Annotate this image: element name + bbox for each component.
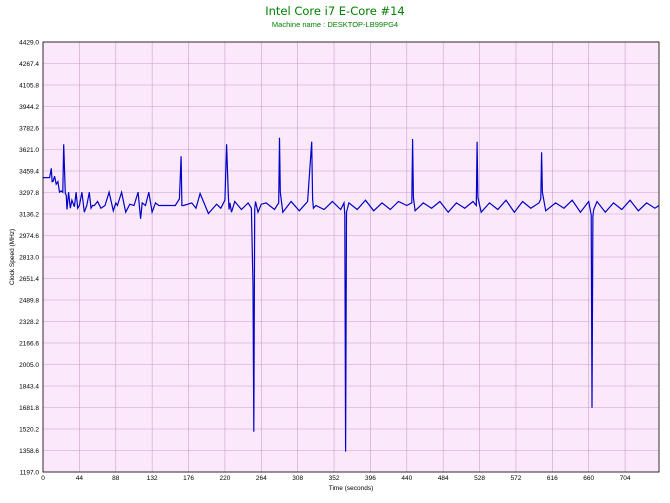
y-tick-label: 3136.2 [19, 212, 39, 219]
x-tick-label: 704 [620, 475, 631, 482]
y-tick-label: 3621.0 [19, 147, 39, 154]
chart-subtitle: Machine name : DESKTOP-LB99PG4 [272, 20, 398, 29]
y-tick-label: 2651.4 [19, 276, 39, 283]
y-tick-label: 3459.4 [19, 169, 39, 176]
x-axis-ticks: 0 44 88 132 176 220 264 308 352 396 440 484 528 572 61… [41, 475, 631, 482]
y-tick-label: 1358.6 [19, 448, 39, 455]
y-tick-label: 1681.8 [19, 405, 39, 412]
x-tick-label: 44 [76, 475, 84, 482]
y-axis-label: Clock Speed (MHz) [9, 229, 16, 285]
y-tick-label: 2974.6 [19, 233, 39, 240]
y-tick-label: 1843.4 [19, 384, 39, 391]
x-tick-label: 440 [401, 475, 412, 482]
y-tick-label: 2813.0 [19, 255, 39, 262]
y-tick-label: 3297.8 [19, 190, 39, 197]
y-tick-label: 2489.8 [19, 298, 39, 305]
y-tick-label: 4267.4 [19, 61, 39, 68]
x-tick-label: 572 [511, 475, 522, 482]
x-tick-label: 396 [365, 475, 376, 482]
y-tick-label: 3782.6 [19, 126, 39, 133]
x-tick-label: 308 [292, 475, 303, 482]
y-tick-label: 4429.0 [19, 40, 39, 47]
grid-lines [42, 41, 659, 473]
clock-speed-chart: Intel Core i7 E-Core #14 Machine name : … [9, 4, 660, 492]
x-axis-label: Time (seconds) [329, 485, 374, 492]
x-tick-label: 0 [41, 475, 45, 482]
x-tick-label: 484 [438, 475, 449, 482]
y-tick-label: 4105.8 [19, 83, 39, 90]
x-tick-label: 616 [547, 475, 558, 482]
y-tick-label: 2005.0 [19, 362, 39, 369]
y-tick-label: 1520.2 [19, 427, 39, 434]
x-tick-label: 528 [474, 475, 485, 482]
y-tick-label: 3944.2 [19, 104, 39, 111]
x-tick-label: 220 [219, 475, 230, 482]
y-tick-label: 1197.0 [20, 470, 40, 477]
x-tick-label: 660 [583, 475, 594, 482]
x-tick-label: 352 [329, 475, 340, 482]
x-tick-label: 176 [183, 475, 194, 482]
x-tick-label: 132 [147, 475, 158, 482]
y-tick-label: 2328.2 [19, 319, 39, 326]
x-tick-label: 88 [112, 475, 120, 482]
y-axis-ticks: 1197.0 1358.6 1520.2 1681.8 1843.4 2005.0 2166… [19, 40, 39, 477]
chart-title: Intel Core i7 E-Core #14 [265, 4, 405, 18]
x-tick-label: 264 [256, 475, 267, 482]
y-tick-label: 2166.6 [19, 341, 39, 348]
